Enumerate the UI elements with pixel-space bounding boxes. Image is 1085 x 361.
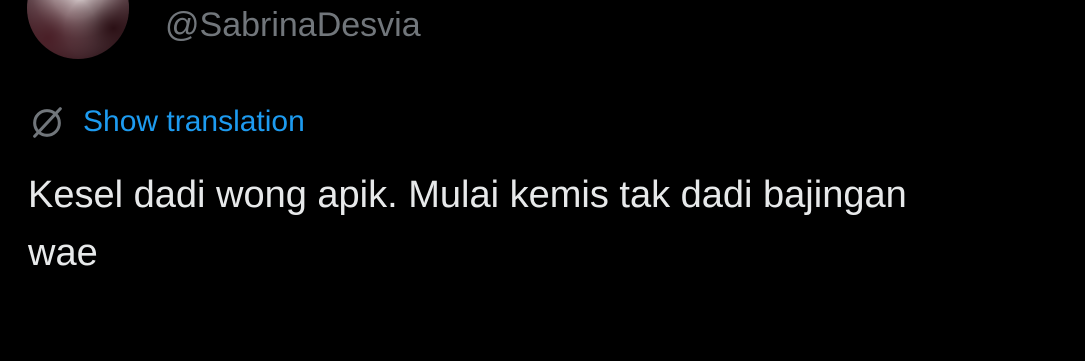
show-translation-row[interactable]: Show translation — [28, 102, 305, 142]
avatar[interactable] — [27, 0, 129, 59]
tweet-text-line-2: wae — [28, 232, 98, 274]
tweet-text: Kesel dadi wong apik. Mulai kemis tak da… — [28, 166, 1078, 282]
avatar-image — [27, 0, 129, 59]
tweet-text-line-1: Kesel dadi wong apik. Mulai kemis tak da… — [28, 174, 907, 216]
author-handle[interactable]: @SabrinaDesvia — [165, 5, 421, 45]
show-translation-link[interactable]: Show translation — [83, 102, 305, 142]
globe-slash-icon — [33, 107, 62, 138]
